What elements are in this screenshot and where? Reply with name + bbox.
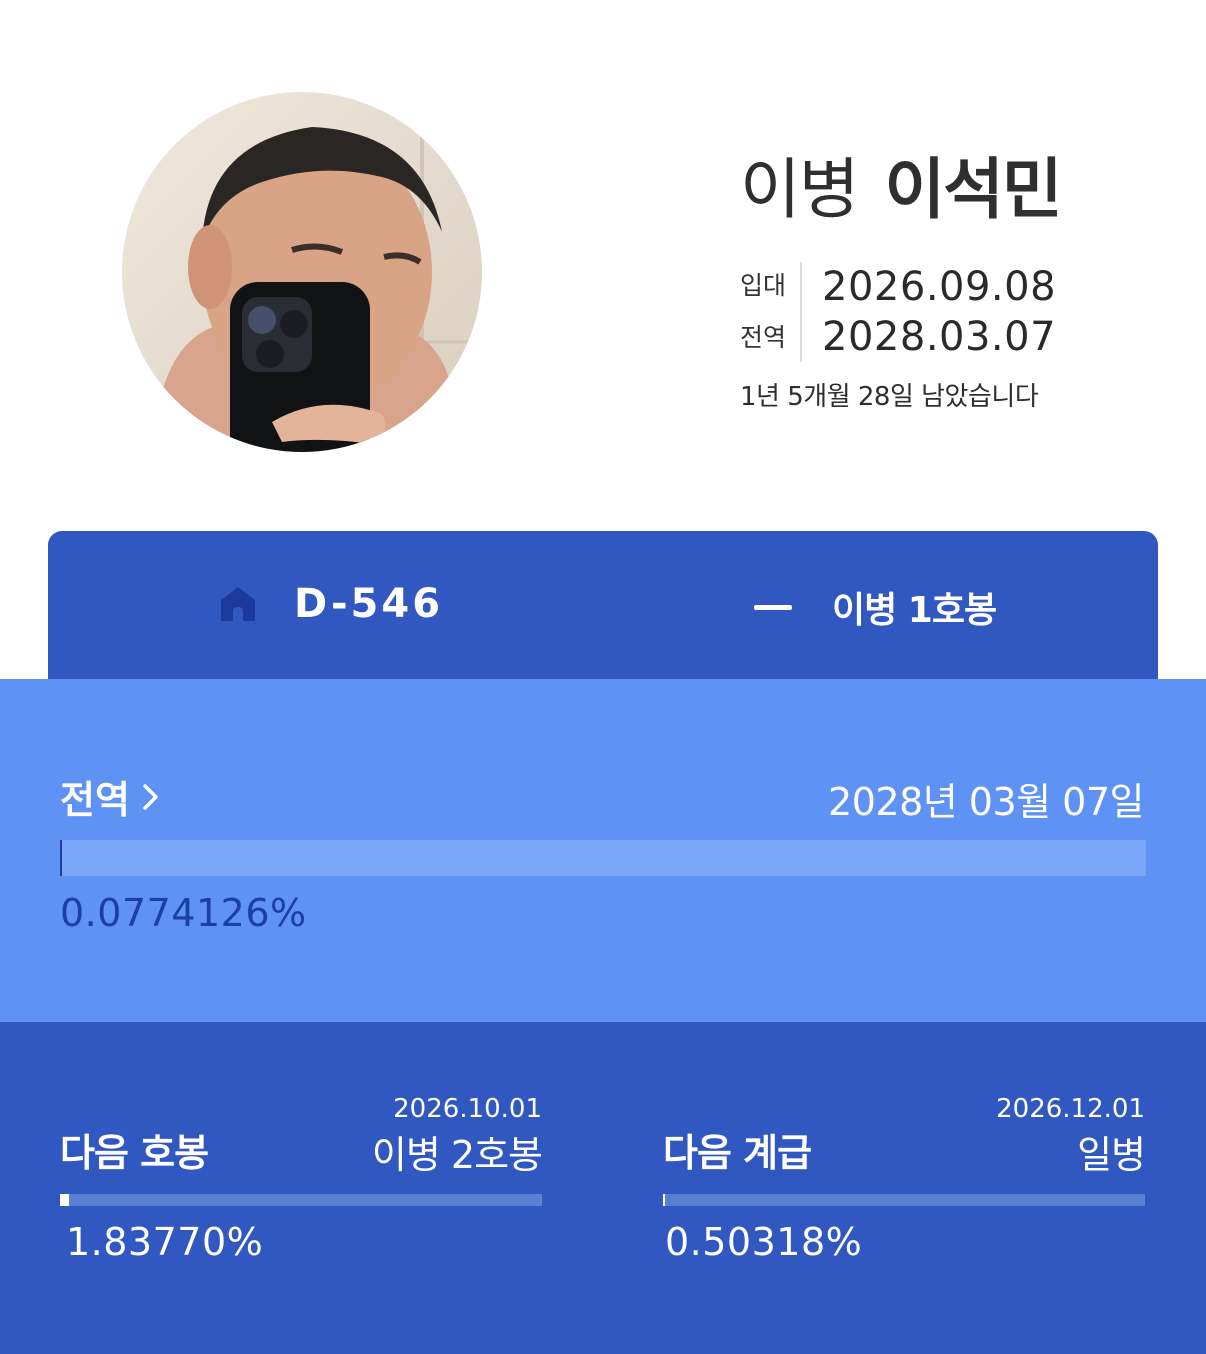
- next-step-date: 2026.10.01: [393, 1094, 542, 1124]
- next-rank-rank: 일병: [1077, 1133, 1146, 1177]
- next-rank-progress-text: 0.50318%: [665, 1220, 863, 1264]
- discharge-progress-fill: [60, 840, 62, 876]
- status-bar: D-546 이병 1호봉: [48, 531, 1158, 679]
- enlist-date: 2026.09.08: [822, 264, 1057, 310]
- dash-icon: [754, 604, 792, 610]
- discharge-date-full: 2028년 03월 07일: [828, 780, 1144, 824]
- date-labels: 입대 전역: [740, 262, 803, 362]
- next-step-progress-text: 1.83770%: [66, 1220, 264, 1264]
- progress-details: 다음 호봉 2026.10.01 이병 2호봉 1.83770% 다음 계급 2…: [0, 1022, 1206, 1354]
- discharge-progress-bar: [60, 840, 1146, 876]
- discharge-link[interactable]: 전역: [60, 769, 162, 824]
- next-rank-progress-bar: [663, 1194, 1145, 1206]
- discharge-date: 2028.03.07: [822, 314, 1057, 360]
- chevron-right-icon: [143, 783, 158, 810]
- next-step-label: 다음 호봉: [60, 1131, 209, 1175]
- enlist-label: 입대: [740, 271, 787, 300]
- next-rank-date: 2026.12.01: [996, 1094, 1145, 1124]
- next-step-progress-fill: [60, 1194, 69, 1206]
- next-step-rank: 이병 2호봉: [371, 1133, 543, 1177]
- next-rank-label: 다음 계급: [663, 1131, 812, 1175]
- discharge-progress-text: 0.0774126%: [60, 891, 307, 935]
- current-rank-text: 이병 1호봉: [832, 590, 997, 631]
- discharge-section: 전역 2028년 03월 07일 0.0774126%: [0, 679, 1206, 1023]
- app-screen: 이병 이석민 입대 전역 2026.09.08 2028.03.07 1년 5개…: [0, 0, 1206, 1354]
- current-rank-display[interactable]: 이병 1호봉: [754, 581, 997, 633]
- profile-name: 이병 이석민: [740, 136, 1063, 232]
- service-dates: 입대 전역 2026.09.08 2028.03.07: [740, 262, 1056, 362]
- dday-display[interactable]: D-546: [218, 581, 443, 627]
- home-icon: [221, 587, 255, 621]
- profile-rank: 이병: [740, 151, 859, 228]
- next-rank-progress-fill: [663, 1194, 666, 1206]
- next-step-card[interactable]: 다음 호봉 2026.10.01 이병 2호봉 1.83770%: [60, 1022, 543, 1354]
- next-rank-card[interactable]: 다음 계급 2026.12.01 일병 0.50318%: [663, 1022, 1146, 1354]
- discharge-label: 전역: [740, 323, 787, 352]
- discharge-title: 전역: [60, 778, 130, 822]
- remaining-time: 1년 5개월 28일 남았습니다: [740, 382, 1039, 412]
- next-step-progress-bar: [60, 1194, 542, 1206]
- profile-name-text: 이석민: [884, 151, 1062, 228]
- date-values: 2026.09.08 2028.03.07: [802, 262, 1056, 362]
- dday-text: D-546: [294, 581, 444, 627]
- profile-avatar[interactable]: [122, 92, 482, 452]
